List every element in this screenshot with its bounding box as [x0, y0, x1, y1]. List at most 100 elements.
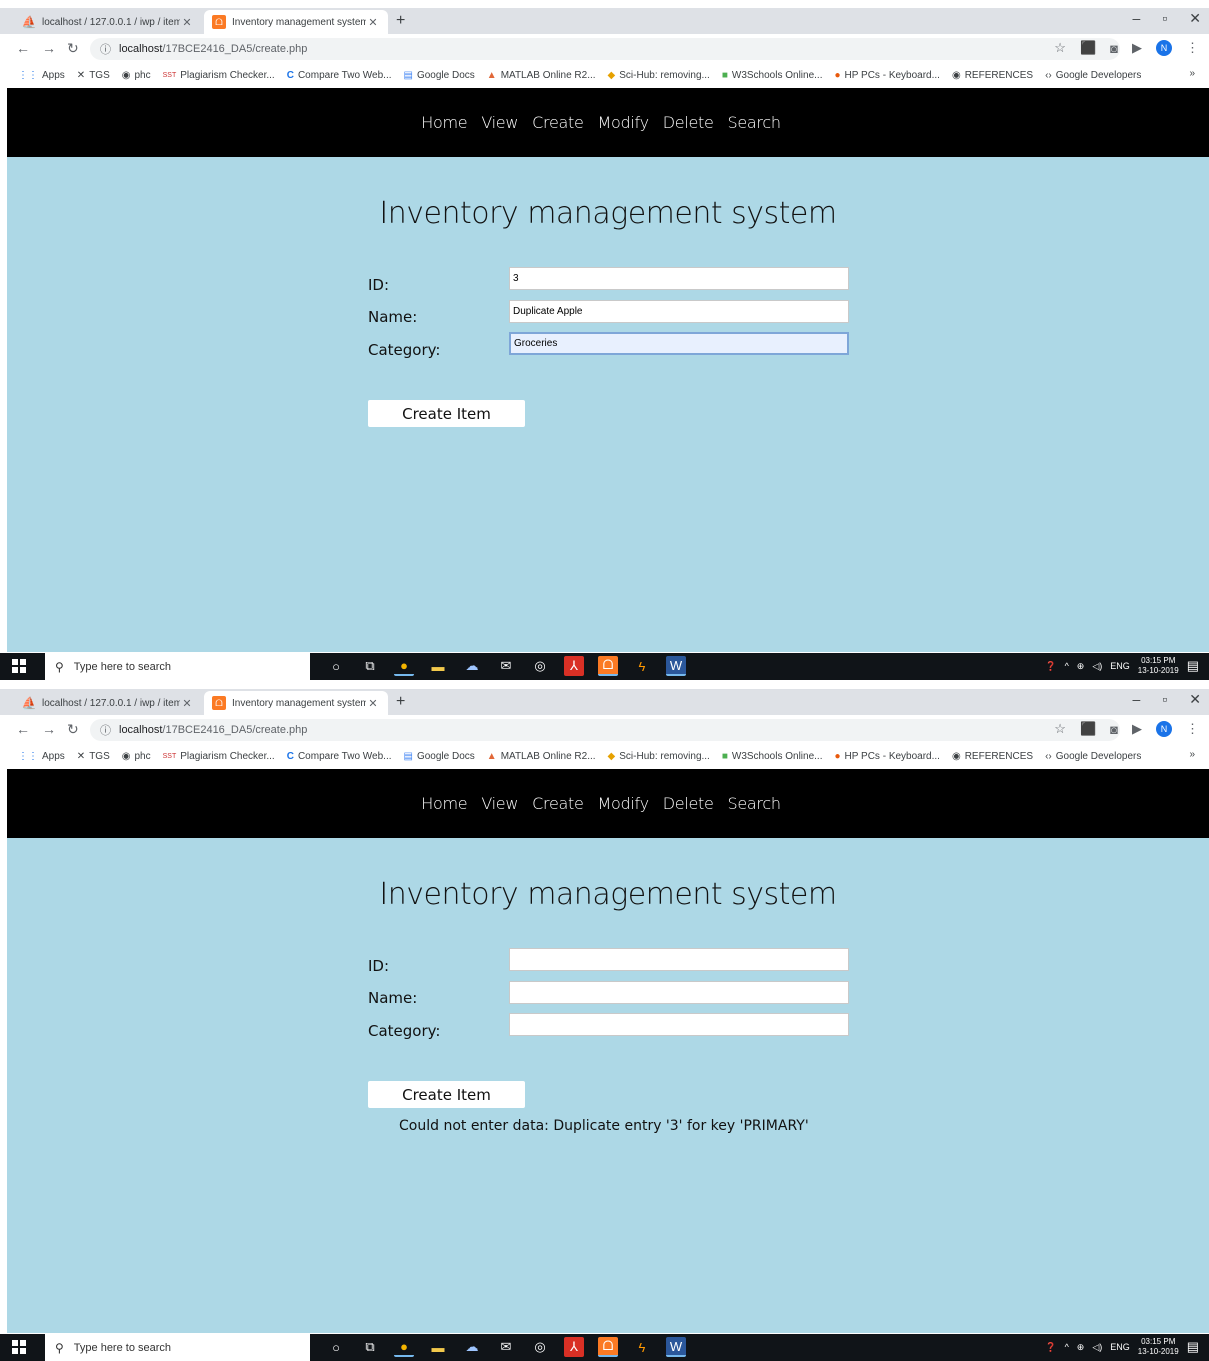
maximize-icon[interactable]: ▫ — [1162, 691, 1167, 708]
nav-view[interactable]: View — [481, 113, 518, 132]
close-icon[interactable]: ✕ — [366, 16, 380, 29]
sublime-icon[interactable]: ϟ — [632, 656, 652, 676]
volume-icon[interactable]: ◁) — [1092, 661, 1102, 672]
chevron-up-icon[interactable]: ^ — [1065, 1342, 1069, 1352]
nav-search[interactable]: Search — [728, 794, 781, 813]
bookmark-apps[interactable]: ⋮⋮ Apps — [18, 751, 65, 762]
nav-modify[interactable]: Modify — [598, 794, 650, 813]
nav-home[interactable]: Home — [421, 113, 467, 132]
task-view-icon[interactable]: ⧉ — [360, 1337, 380, 1357]
bookmark-docs[interactable]: ▤ Google Docs — [404, 70, 475, 81]
nav-modify[interactable]: Modify — [598, 113, 650, 132]
language-indicator[interactable]: ENG — [1110, 1342, 1130, 1352]
info-icon[interactable]: ⓘ — [100, 722, 111, 738]
create-item-button[interactable]: Create Item — [368, 1081, 525, 1108]
pdf-extension-icon[interactable]: ⬛ — [1080, 721, 1096, 737]
tab-phpmyadmin[interactable]: ⛵ localhost / 127.0.0.1 / iwp / items ✕ — [14, 10, 202, 34]
close-window-icon[interactable]: ✕ — [1189, 691, 1201, 708]
star-icon[interactable]: ☆ — [1054, 40, 1066, 56]
cloud-app-icon[interactable]: ☁ — [462, 1337, 482, 1357]
address-bar[interactable]: ⓘ localhost /17BCE2416_DA5/create.php — [90, 719, 1120, 741]
back-icon[interactable]: ← — [16, 721, 30, 737]
category-field[interactable] — [509, 1013, 849, 1036]
cloud-app-icon[interactable]: ☁ — [462, 656, 482, 676]
minimize-icon[interactable]: – — [1133, 691, 1141, 708]
close-icon[interactable]: ✕ — [180, 697, 194, 710]
bookmark-tgs[interactable]: ✕ TGS — [77, 70, 110, 81]
play-icon[interactable]: ▶ — [1132, 721, 1142, 737]
menu-icon[interactable]: ⋮ — [1186, 721, 1199, 737]
category-field[interactable] — [509, 332, 849, 355]
bookmark-plagiarism[interactable]: SST Plagiarism Checker... — [163, 751, 275, 762]
close-icon[interactable]: ✕ — [180, 16, 194, 29]
word-icon[interactable]: W — [666, 1337, 686, 1357]
profile-avatar[interactable]: N — [1156, 721, 1172, 737]
bookmark-developers[interactable]: ‹› Google Developers — [1045, 70, 1141, 81]
media-player-icon[interactable]: ◎ — [530, 1337, 550, 1357]
bookmark-w3schools[interactable]: ■ W3Schools Online... — [722, 751, 823, 762]
bookmark-compare[interactable]: C Compare Two Web... — [287, 70, 392, 81]
star-icon[interactable]: ☆ — [1054, 721, 1066, 737]
maximize-icon[interactable]: ▫ — [1162, 10, 1167, 27]
bookmark-hp[interactable]: ● HP PCs - Keyboard... — [835, 70, 940, 81]
notification-icon[interactable]: ▤ — [1187, 1339, 1199, 1355]
bookmark-matlab[interactable]: ▲ MATLAB Online R2... — [487, 70, 596, 81]
address-bar[interactable]: ⓘ localhost /17BCE2416_DA5/create.php — [90, 38, 1120, 60]
info-icon[interactable]: ⓘ — [100, 41, 111, 57]
new-tab-icon[interactable]: + — [396, 12, 405, 30]
nav-search[interactable]: Search — [728, 113, 781, 132]
bookmark-compare[interactable]: C Compare Two Web... — [287, 751, 392, 762]
file-explorer-icon[interactable]: ▬ — [428, 1337, 448, 1357]
tab-inventory[interactable]: ᗝ Inventory management system ✕ — [204, 10, 388, 34]
volume-icon[interactable]: ◁) — [1092, 1342, 1102, 1353]
name-field[interactable] — [509, 981, 849, 1004]
bookmark-apps[interactable]: ⋮⋮ Apps — [18, 70, 65, 81]
acrobat-icon[interactable]: ⅄ — [564, 656, 584, 676]
nav-create[interactable]: Create — [532, 794, 584, 813]
id-field[interactable] — [509, 267, 849, 290]
bookmark-references[interactable]: ◉ REFERENCES — [952, 751, 1033, 762]
language-indicator[interactable]: ENG — [1110, 661, 1130, 671]
tab-inventory[interactable]: ᗝ Inventory management system ✕ — [204, 691, 388, 715]
close-window-icon[interactable]: ✕ — [1189, 10, 1201, 27]
camera-icon[interactable]: ◙ — [1110, 41, 1118, 56]
close-icon[interactable]: ✕ — [366, 697, 380, 710]
task-view-icon[interactable]: ⧉ — [360, 656, 380, 676]
menu-icon[interactable]: ⋮ — [1186, 40, 1199, 56]
nav-home[interactable]: Home — [421, 794, 467, 813]
mail-icon[interactable]: ✉ — [496, 656, 516, 676]
bookmark-scihub[interactable]: ◆ Sci-Hub: removing... — [608, 751, 710, 762]
forward-icon[interactable]: → — [42, 721, 56, 737]
windows-start-icon[interactable] — [12, 1340, 26, 1354]
clock[interactable]: 03:15 PM 13-10-2019 — [1138, 1337, 1179, 1357]
bookmark-hp[interactable]: ● HP PCs - Keyboard... — [835, 751, 940, 762]
file-explorer-icon[interactable]: ▬ — [428, 656, 448, 676]
reload-icon[interactable]: ↻ — [67, 721, 79, 738]
help-icon[interactable]: ❓ — [1045, 1342, 1056, 1353]
reload-icon[interactable]: ↻ — [67, 40, 79, 57]
bookmark-scihub[interactable]: ◆ Sci-Hub: removing... — [608, 70, 710, 81]
clock[interactable]: 03:15 PM 13-10-2019 — [1138, 656, 1179, 676]
bookmark-references[interactable]: ◉ REFERENCES — [952, 70, 1033, 81]
chrome-icon[interactable]: ● — [394, 656, 414, 676]
bookmark-matlab[interactable]: ▲ MATLAB Online R2... — [487, 751, 596, 762]
nav-view[interactable]: View — [481, 794, 518, 813]
more-bookmarks-icon[interactable]: » — [1189, 749, 1195, 760]
minimize-icon[interactable]: – — [1133, 10, 1141, 27]
nav-create[interactable]: Create — [532, 113, 584, 132]
pdf-extension-icon[interactable]: ⬛ — [1080, 40, 1096, 56]
network-icon[interactable]: ⊕ — [1077, 661, 1085, 672]
cortana-icon[interactable]: ○ — [326, 1337, 346, 1357]
taskbar-search[interactable]: ⚲ Type here to search — [45, 653, 310, 680]
network-icon[interactable]: ⊕ — [1077, 1342, 1085, 1353]
nav-delete[interactable]: Delete — [663, 794, 714, 813]
chevron-up-icon[interactable]: ^ — [1065, 661, 1069, 671]
more-bookmarks-icon[interactable]: » — [1189, 68, 1195, 79]
play-icon[interactable]: ▶ — [1132, 40, 1142, 56]
sublime-icon[interactable]: ϟ — [632, 1337, 652, 1357]
bookmark-tgs[interactable]: ✕ TGS — [77, 751, 110, 762]
word-icon[interactable]: W — [666, 656, 686, 676]
taskbar-search[interactable]: ⚲ Type here to search — [45, 1334, 310, 1361]
forward-icon[interactable]: → — [42, 40, 56, 56]
acrobat-icon[interactable]: ⅄ — [564, 1337, 584, 1357]
